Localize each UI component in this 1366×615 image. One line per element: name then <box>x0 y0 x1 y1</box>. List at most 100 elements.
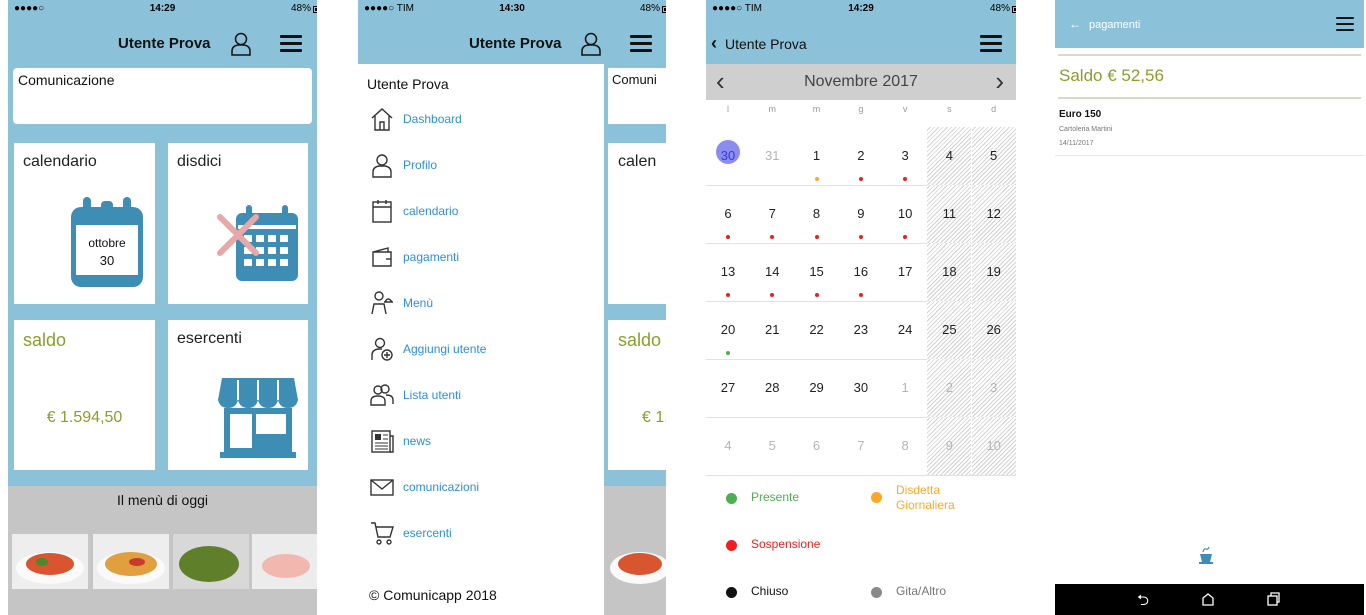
calendar-day[interactable]: 13 <box>706 243 750 301</box>
next-month-icon[interactable]: › <box>995 66 1004 97</box>
weekday-label: v <box>902 104 908 114</box>
calendar-day[interactable]: 11 <box>927 185 972 243</box>
cancel-tile[interactable]: disdici <box>168 143 308 304</box>
drawer-item-add-user[interactable]: Aggiungi utente <box>370 336 600 364</box>
day-number: 13 <box>720 264 736 279</box>
balance-text: Saldo € 52,56 <box>1059 66 1164 85</box>
drawer-item-menu[interactable]: Menù <box>370 290 600 318</box>
calendar-day[interactable]: 21 <box>750 301 794 359</box>
drawer-item-user-list[interactable]: Lista utenti <box>370 382 600 410</box>
calendar-day[interactable]: 2 <box>927 359 972 417</box>
calendar-day[interactable]: 5 <box>750 417 794 475</box>
calendar-day[interactable]: 1 <box>795 127 839 185</box>
drawer-item-profilo[interactable]: Profilo <box>370 152 600 180</box>
communication-label: Comuni <box>612 72 657 87</box>
calendar-day[interactable]: 6 <box>795 417 839 475</box>
calendar-day[interactable]: 20 <box>706 301 750 359</box>
calendar-day[interactable]: 7 <box>750 185 794 243</box>
merchants-tile[interactable]: esercenti <box>168 320 308 470</box>
dish-image[interactable] <box>93 534 169 589</box>
calendar-day[interactable]: 4 <box>927 127 972 185</box>
balance-value: € 1.594,50 <box>46 409 123 426</box>
calendar-day[interactable]: 8 <box>795 185 839 243</box>
drawer-item-esercenti[interactable]: esercenti <box>370 520 600 548</box>
calendar-day[interactable]: 23 <box>839 301 883 359</box>
calendar-day[interactable]: 24 <box>883 301 927 359</box>
dish-image[interactable] <box>12 534 88 589</box>
menu-icon[interactable] <box>1336 17 1354 35</box>
payment-entry[interactable]: Euro 150 Cartoleria Martini 14/11/2017 <box>1055 104 1364 156</box>
calendar-day[interactable]: 30 <box>706 127 750 185</box>
calendar-day[interactable]: 16 <box>839 243 883 301</box>
calendar-day[interactable]: 8 <box>883 417 927 475</box>
drawer-item-dashboard[interactable]: Dashboard <box>370 106 600 134</box>
calendar-day[interactable]: 26 <box>971 301 1016 359</box>
calendar-tile[interactable]: calendario ottobre 30 <box>14 143 155 304</box>
carrier-text: ●●●●○ <box>14 3 45 14</box>
menu-icon[interactable] <box>280 35 302 53</box>
menu-icon[interactable] <box>980 35 1002 53</box>
battery-text: 48% <box>290 3 311 14</box>
home-icon[interactable] <box>1201 592 1215 606</box>
add-user-icon <box>371 337 393 361</box>
calendar-day[interactable]: 31 <box>750 127 794 185</box>
calendar-day[interactable]: 27 <box>706 359 750 417</box>
calendar-day[interactable]: 4 <box>706 417 750 475</box>
calendar-day[interactable]: 19 <box>971 243 1016 301</box>
calendar-day[interactable]: 6 <box>706 185 750 243</box>
day-number: 20 <box>720 322 736 337</box>
profile-icon[interactable] <box>580 32 602 56</box>
back-arrow-icon[interactable]: ← <box>1069 17 1081 31</box>
calendar-day[interactable]: 2 <box>839 127 883 185</box>
calendar-day[interactable]: 14 <box>750 243 794 301</box>
calendar-day[interactable]: 9 <box>927 417 972 475</box>
calendar-day[interactable]: 15 <box>795 243 839 301</box>
calendar-day[interactable]: 10 <box>883 185 927 243</box>
calendar-day[interactable]: 3 <box>883 127 927 185</box>
day-number: 7 <box>857 438 865 453</box>
dashboard-behind-drawer[interactable]: Comuni calen saldo € 1. <box>604 64 666 615</box>
calendar-day[interactable]: 29 <box>795 359 839 417</box>
calendar-day[interactable]: 1 <box>883 359 927 417</box>
back-icon[interactable]: ⮌ <box>1137 590 1149 615</box>
profile-icon[interactable] <box>230 32 252 56</box>
calendar-day[interactable]: 9 <box>839 185 883 243</box>
calendar-day[interactable]: 12 <box>971 185 1016 243</box>
back-chevron-icon: ‹ <box>711 33 717 53</box>
dish-image[interactable] <box>173 534 249 589</box>
calendar-day-text: 30 <box>99 253 115 268</box>
closed-dot <box>726 587 737 598</box>
calendar-day[interactable]: 5 <box>971 127 1016 185</box>
dish-image[interactable] <box>252 534 317 589</box>
calendar-day[interactable]: 25 <box>927 301 972 359</box>
calendar-day[interactable]: 30 <box>839 359 883 417</box>
calendar-day[interactable]: 28 <box>750 359 794 417</box>
drawer-item-comunicazioni[interactable]: comunicazioni <box>370 474 600 502</box>
calendar-day[interactable]: 7 <box>839 417 883 475</box>
sospensione-marker <box>726 235 730 239</box>
calendar-day[interactable]: 22 <box>795 301 839 359</box>
drawer-item-calendario[interactable]: calendario <box>370 198 600 226</box>
balance-tile[interactable]: saldo € 1.594,50 <box>14 320 155 470</box>
day-number: 1 <box>812 148 821 163</box>
communication-box[interactable]: Comunicazione <box>13 68 312 124</box>
drawer-item-label: Lista utenti <box>403 388 462 402</box>
calendar-day[interactable]: 10 <box>971 417 1016 475</box>
envelope-icon <box>370 479 394 496</box>
calendar-day[interactable]: 3 <box>971 359 1016 417</box>
menu-icon[interactable] <box>630 35 652 53</box>
trip-dot <box>871 587 882 598</box>
screen-calendar: ●●●●○ TIM 14:29 48% ‹ Utente Prova ‹ Nov… <box>706 0 1016 615</box>
recent-apps-icon[interactable] <box>1266 592 1280 606</box>
menu-of-the-day[interactable]: Il menù di oggi <box>8 486 317 615</box>
drawer-item-pagamenti[interactable]: pagamenti <box>370 244 600 272</box>
calendar-day[interactable]: 18 <box>927 243 972 301</box>
day-number: 2 <box>857 148 865 163</box>
drawer-item-news[interactable]: news <box>370 428 600 456</box>
page-title: Utente Prova <box>118 35 211 52</box>
row-divider <box>706 475 1016 476</box>
communication-label: Comunicazione <box>18 72 115 88</box>
calendar-day[interactable]: 17 <box>883 243 927 301</box>
drawer-title: Utente Prova <box>367 76 449 92</box>
day-number: 17 <box>897 264 913 279</box>
